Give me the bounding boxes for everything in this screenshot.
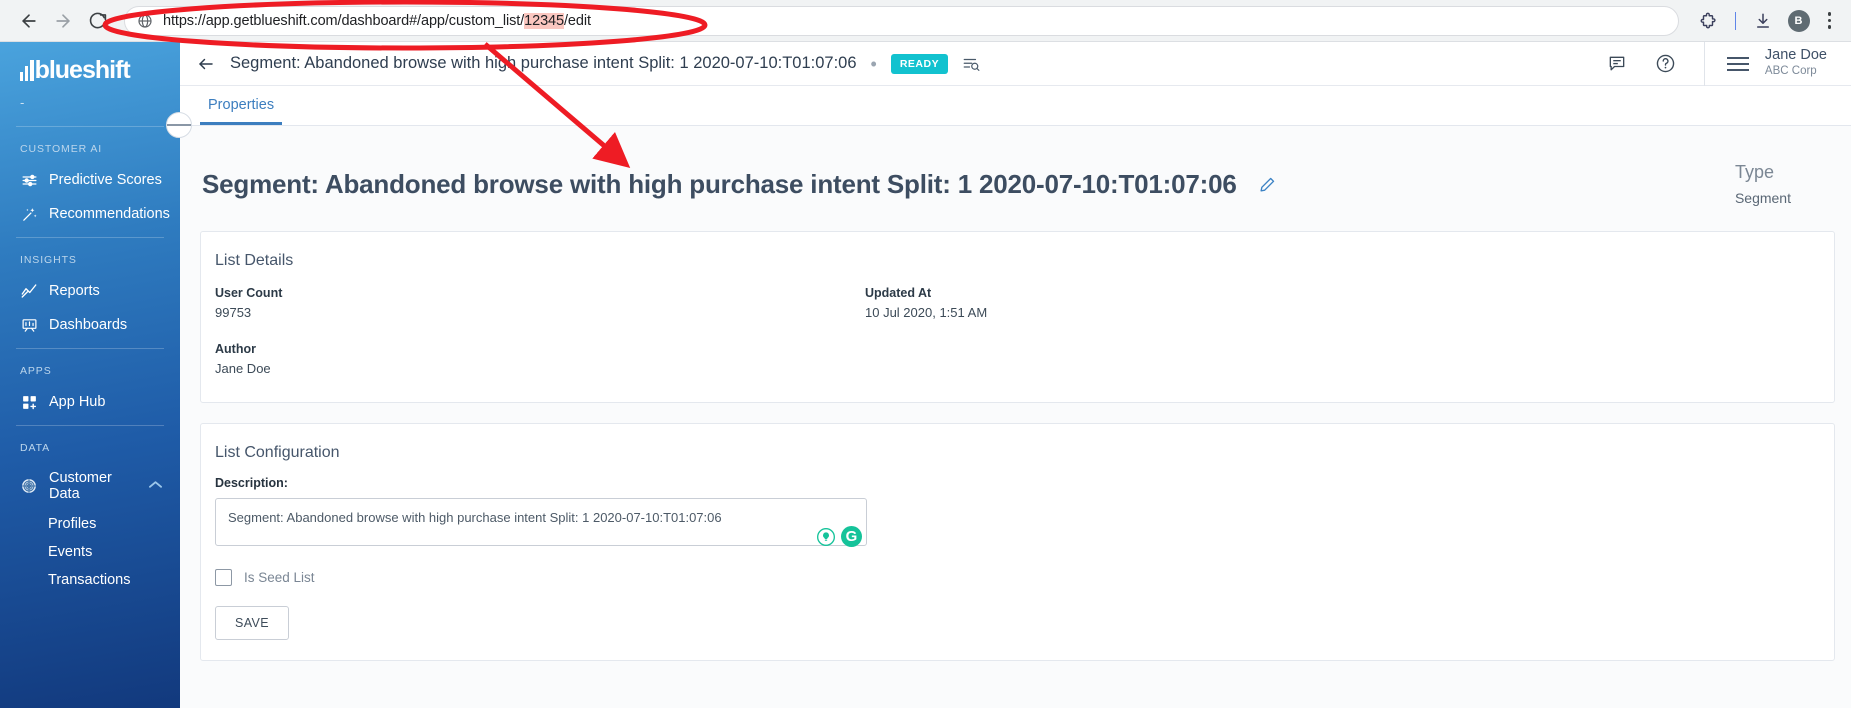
sidebar-subitem-events[interactable]: Events	[0, 538, 180, 566]
sidebar-item-predictive-scores[interactable]: Predictive Scores	[0, 163, 180, 197]
list-details-grid: User Count 99753 Author Jane Doe Updated…	[201, 270, 1834, 402]
list-search-icon[interactable]	[962, 55, 980, 73]
grammarly-widget[interactable]: G	[815, 526, 862, 548]
field-author: Author Jane Doe	[215, 340, 865, 380]
list-details-column-left: User Count 99753 Author Jane Doe	[215, 284, 865, 380]
sidebar-subitem-transactions[interactable]: Transactions	[0, 566, 180, 594]
is-seed-list-label: Is Seed List	[244, 569, 315, 585]
pencil-edit-icon[interactable]	[1259, 176, 1276, 193]
description-field-wrap: G	[215, 497, 867, 551]
header-user-org: ABC Corp	[1764, 65, 1817, 78]
status-badge: READY	[890, 53, 949, 74]
header-user-name: Jane Doe	[1764, 46, 1827, 63]
type-label: Type	[1734, 162, 1774, 182]
back-arrow-icon[interactable]	[196, 55, 216, 73]
toolbar-divider	[1734, 11, 1736, 30]
browser-forward-button[interactable]	[46, 4, 80, 38]
sidebar-item-recommendations[interactable]: Recommendations	[0, 197, 180, 231]
list-details-column-right: Updated At 10 Jul 2020, 1:51 AM	[865, 284, 1515, 380]
profile-avatar[interactable]: B	[1787, 9, 1810, 32]
list-configuration-title: List Configuration	[215, 443, 340, 461]
sidebar-section-data: DATA	[20, 442, 51, 454]
type-block: Type Segment	[1735, 158, 1815, 211]
fingerprint-icon	[20, 477, 38, 495]
list-configuration-body: Description: G Is Seed List SAVE	[201, 462, 1834, 660]
field-value: 99753	[215, 304, 252, 320]
sidebar-logo[interactable]: blueshift	[0, 42, 180, 84]
sidebar-subitem-profiles[interactable]: Profiles	[0, 510, 180, 538]
sidebar-account-placeholder: -	[20, 95, 25, 110]
puzzle-extension-icon[interactable]	[1693, 6, 1723, 36]
tab-properties[interactable]: Properties	[200, 97, 283, 125]
description-input[interactable]	[215, 497, 867, 546]
url-prefix: https://app.getblueshift.com/dashboard#/…	[163, 12, 525, 29]
dashboard-board-icon	[20, 316, 38, 334]
sidebar-section-customer-ai: CUSTOMER AI	[20, 143, 103, 155]
sidebar-item-label: Reports	[49, 283, 100, 299]
field-label: User Count	[215, 285, 283, 300]
grid-plus-icon	[20, 393, 38, 411]
header-user-block[interactable]: Jane Doe ABC Corp	[1703, 41, 1851, 86]
field-updated-at: Updated At 10 Jul 2020, 1:51 AM	[865, 284, 1515, 324]
browser-reload-button[interactable]	[80, 4, 114, 38]
sidebar-collapse-handle[interactable]	[166, 112, 192, 138]
browser-back-button[interactable]	[12, 4, 46, 38]
chevron-up-icon[interactable]	[149, 480, 162, 492]
sidebar-item-label: App Hub	[49, 394, 106, 410]
download-icon[interactable]	[1748, 6, 1778, 36]
browser-toolbar: https://app.getblueshift.com/dashboard#/…	[0, 0, 1851, 42]
is-seed-list-checkbox[interactable]	[215, 568, 232, 586]
chat-bubble-icon[interactable]	[1607, 54, 1627, 74]
grammarly-logo-icon[interactable]: G	[841, 526, 862, 548]
field-label: Author	[215, 341, 256, 356]
sidebar-logo-text: blueshift	[34, 56, 131, 84]
page-title-row: Segment: Abandoned browse with high purc…	[180, 126, 1851, 211]
sliders-icon	[20, 171, 38, 189]
grammarly-suggestion-icon[interactable]	[815, 526, 837, 548]
list-details-title: List Details	[215, 251, 294, 269]
hamburger-menu-icon[interactable]	[1726, 56, 1749, 71]
app-header: Segment: Abandoned browse with high purc…	[180, 41, 1851, 86]
tab-bar: Properties	[180, 86, 1851, 126]
field-value: 10 Jul 2020, 1:51 AM	[865, 304, 988, 320]
line-chart-icon	[20, 282, 38, 300]
description-label: Description:	[215, 475, 288, 490]
browser-action-icons: B	[1693, 6, 1840, 36]
field-value: Jane Doe	[215, 361, 271, 377]
field-user-count: User Count 99753	[215, 284, 865, 324]
sidebar-item-label: Predictive Scores	[49, 172, 162, 188]
sidebar-item-app-hub[interactable]: App Hub	[0, 385, 180, 419]
sidebar-item-label: Dashboards	[49, 317, 128, 333]
help-circle-icon[interactable]	[1655, 53, 1676, 74]
app-sidebar: blueshift - CUSTOMER AI Predictive Score…	[0, 42, 180, 708]
magic-wand-icon	[20, 205, 38, 223]
url-suffix: /edit	[563, 12, 591, 29]
main-content: Segment: Abandoned browse with high purc…	[180, 126, 1851, 708]
sidebar-item-label: Recommendations	[49, 206, 170, 222]
header-entity-title: Segment: Abandoned browse with high purc…	[230, 54, 857, 72]
browser-address-bar[interactable]: https://app.getblueshift.com/dashboard#/…	[124, 5, 1679, 36]
url-highlight-id: 12345	[524, 12, 564, 29]
sidebar-section-insights: INSIGHTS	[20, 254, 77, 266]
url-text: https://app.getblueshift.com/dashboard#/…	[163, 12, 591, 29]
type-value: Segment	[1734, 189, 1791, 206]
sidebar-item-reports[interactable]: Reports	[0, 274, 180, 308]
seed-list-row[interactable]: Is Seed List	[215, 568, 1834, 586]
globe-icon	[137, 13, 153, 29]
sidebar-section-apps: APPS	[20, 365, 52, 377]
sidebar-item-dashboards[interactable]: Dashboards	[0, 308, 180, 342]
field-label: Updated At	[865, 285, 932, 300]
sidebar-item-label: Customer Data	[49, 470, 112, 502]
save-button[interactable]: SAVE	[215, 605, 290, 640]
page-title: Segment: Abandoned browse with high purc…	[202, 168, 1237, 199]
blueshift-bars-icon	[20, 60, 34, 81]
three-dot-menu-icon[interactable]	[1820, 12, 1840, 29]
sidebar-item-customer-data[interactable]: Customer Data	[0, 462, 180, 510]
list-configuration-card: List Configuration Description: G Is See…	[200, 422, 1835, 661]
list-details-card: List Details User Count 99753 Author Jan…	[200, 230, 1835, 403]
